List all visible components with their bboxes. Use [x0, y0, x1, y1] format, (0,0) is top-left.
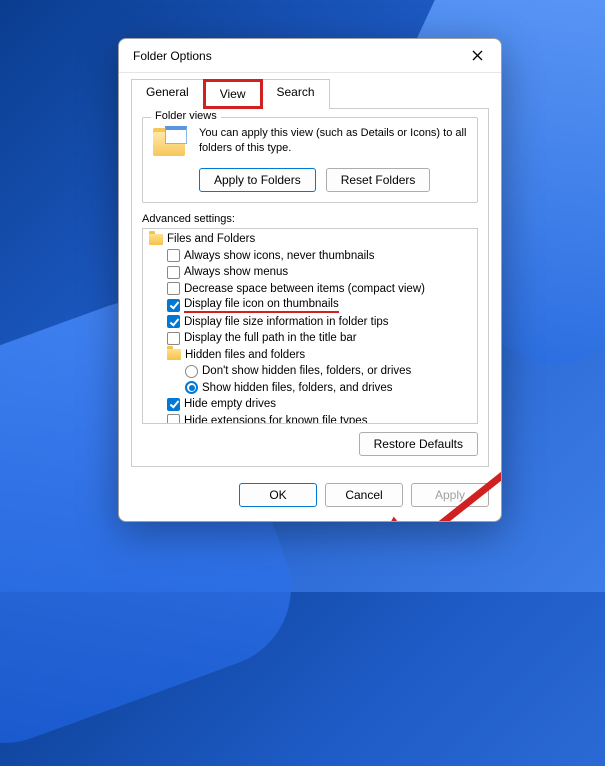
close-button[interactable]	[463, 42, 491, 70]
tree-group-hidden-files[interactable]: Hidden files and folders	[143, 347, 477, 364]
cancel-button[interactable]: Cancel	[325, 483, 403, 507]
folder-views-group: Folder views You can apply this view (su…	[142, 117, 478, 203]
checkbox-icon[interactable]	[167, 414, 180, 424]
radio-icon[interactable]	[185, 365, 198, 378]
tab-panel-view: Folder views You can apply this view (su…	[131, 108, 489, 467]
apply-to-folders-button[interactable]: Apply to Folders	[199, 168, 316, 192]
ok-button[interactable]: OK	[239, 483, 317, 507]
tab-bar: General View Search	[119, 73, 501, 109]
reset-folders-button[interactable]: Reset Folders	[326, 168, 431, 192]
checkbox-icon[interactable]	[167, 266, 180, 279]
apply-button: Apply	[411, 483, 489, 507]
tree-checkbox-item[interactable]: Display file size information in folder …	[143, 314, 477, 331]
tree-label: Decrease space between items (compact vi…	[184, 283, 425, 295]
tree-checkbox-item[interactable]: Hide extensions for known file types	[143, 413, 477, 425]
tree-label: Display file icon on thumbnails	[184, 298, 339, 313]
titlebar: Folder Options	[119, 39, 501, 73]
tab-search[interactable]: Search	[262, 79, 330, 109]
tree-radio-item[interactable]: Show hidden files, folders, and drives	[143, 380, 477, 397]
tree-checkbox-item[interactable]: Hide empty drives	[143, 396, 477, 413]
tree-label: Display file size information in folder …	[184, 316, 389, 328]
checkbox-icon[interactable]	[167, 299, 180, 312]
advanced-settings-label: Advanced settings:	[142, 213, 478, 225]
folder-options-dialog: Folder Options General View Search Folde…	[118, 38, 502, 522]
group-title: Folder views	[151, 110, 221, 122]
tree-checkbox-item[interactable]: Display the full path in the title bar	[143, 330, 477, 347]
checkbox-icon[interactable]	[167, 282, 180, 295]
checkbox-icon[interactable]	[167, 398, 180, 411]
tree-checkbox-item[interactable]: Always show menus	[143, 264, 477, 281]
tree-radio-item[interactable]: Don't show hidden files, folders, or dri…	[143, 363, 477, 380]
tree-label: Show hidden files, folders, and drives	[202, 382, 393, 394]
tree-label: Hidden files and folders	[185, 349, 305, 361]
tree-label: Always show menus	[184, 266, 288, 278]
radio-icon[interactable]	[185, 381, 198, 394]
tree-checkbox-item[interactable]: Decrease space between items (compact vi…	[143, 281, 477, 298]
checkbox-icon[interactable]	[167, 315, 180, 328]
checkbox-icon[interactable]	[167, 332, 180, 345]
advanced-settings-tree[interactable]: Files and Folders Always show icons, nev…	[142, 228, 478, 424]
tree-label: Hide empty drives	[184, 398, 276, 410]
tree-label: Always show icons, never thumbnails	[184, 250, 374, 262]
folder-view-icon	[151, 126, 189, 160]
dialog-title: Folder Options	[133, 49, 212, 63]
tree-label: Display the full path in the title bar	[184, 332, 357, 344]
folder-icon	[167, 349, 181, 360]
dialog-button-row: OK Cancel Apply	[119, 477, 501, 521]
tree-checkbox-item[interactable]: Display file icon on thumbnails	[143, 297, 477, 314]
folder-icon	[149, 234, 163, 245]
checkbox-icon[interactable]	[167, 249, 180, 262]
restore-defaults-button[interactable]: Restore Defaults	[359, 432, 478, 456]
tree-label: Files and Folders	[167, 233, 255, 245]
folder-views-description: You can apply this view (such as Details…	[199, 126, 469, 160]
tree-label: Hide extensions for known file types	[184, 415, 367, 424]
tree-group-files-folders[interactable]: Files and Folders	[143, 231, 477, 248]
tree-checkbox-item[interactable]: Always show icons, never thumbnails	[143, 248, 477, 265]
tree-label: Don't show hidden files, folders, or dri…	[202, 365, 411, 377]
tab-view[interactable]: View	[203, 79, 263, 109]
close-icon	[472, 50, 483, 61]
tab-general[interactable]: General	[131, 79, 204, 109]
